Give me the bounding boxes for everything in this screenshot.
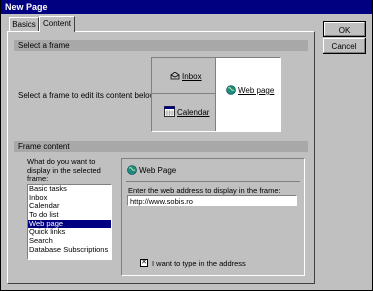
cancel-button-label: Cancel <box>331 42 357 51</box>
frame-calendar[interactable]: Calendar <box>152 94 216 131</box>
cancel-button[interactable]: Cancel <box>323 38 366 54</box>
cancel-button-face: Cancel <box>323 38 365 53</box>
frame-inbox[interactable]: Inbox <box>152 58 216 94</box>
frame-content-header: Frame content <box>14 141 308 152</box>
select-frame-header: Select a frame <box>14 40 308 51</box>
list-item[interactable]: Database Subscriptions <box>28 245 111 255</box>
tab-basics-label: Basics <box>12 20 36 29</box>
select-frame-instruction: Select a frame to edit its content below… <box>18 91 158 100</box>
frame-web-page[interactable]: Web page <box>216 58 280 131</box>
inbox-icon <box>170 71 180 82</box>
globe-icon <box>226 85 236 97</box>
title-bar: New Page <box>1 0 372 14</box>
web-page-globe-icon <box>127 165 137 177</box>
tab-basics[interactable]: Basics <box>9 17 39 31</box>
web-page-panel-title: Web Page <box>139 166 177 175</box>
ok-button-face: OK <box>324 22 365 36</box>
frame-inbox-label: Inbox <box>182 72 202 81</box>
type-address-checkbox[interactable]: ✕ <box>140 259 148 267</box>
select-frame-header-text: Select a frame <box>18 41 70 50</box>
panel-divider <box>126 181 300 182</box>
calendar-icon <box>164 106 175 119</box>
window-title: New Page <box>5 2 48 12</box>
type-address-label: I want to type in the address <box>152 259 246 268</box>
new-page-dialog: New Page Basics Content Select a frame S… <box>1 0 372 290</box>
tab-content-label: Content <box>42 19 72 28</box>
content-panel: Select a frame Select a frame to edit it… <box>7 31 315 284</box>
content-type-items: Basic tasks Inbox Calendar To do list Web pa… <box>28 184 111 255</box>
ok-button[interactable]: OK <box>323 21 366 37</box>
web-page-panel: Web Page Enter the web address to displa… <box>121 158 305 276</box>
content-question: What do you want to display in the selec… <box>27 157 101 184</box>
ok-button-label: OK <box>338 26 351 35</box>
tab-content[interactable]: Content <box>39 16 75 32</box>
address-label: Enter the web address to display in the … <box>128 186 281 195</box>
frame-content-header-text: Frame content <box>18 142 70 151</box>
frame-selector: Inbox Calendar Web page <box>151 57 281 132</box>
web-address-input[interactable]: http://www.sobis.ro <box>127 195 297 206</box>
content-type-list[interactable]: Basic tasks Inbox Calendar To do list Web pa… <box>27 184 112 260</box>
frame-calendar-label: Calendar <box>177 108 210 117</box>
frame-web-page-label: Web page <box>238 86 275 95</box>
